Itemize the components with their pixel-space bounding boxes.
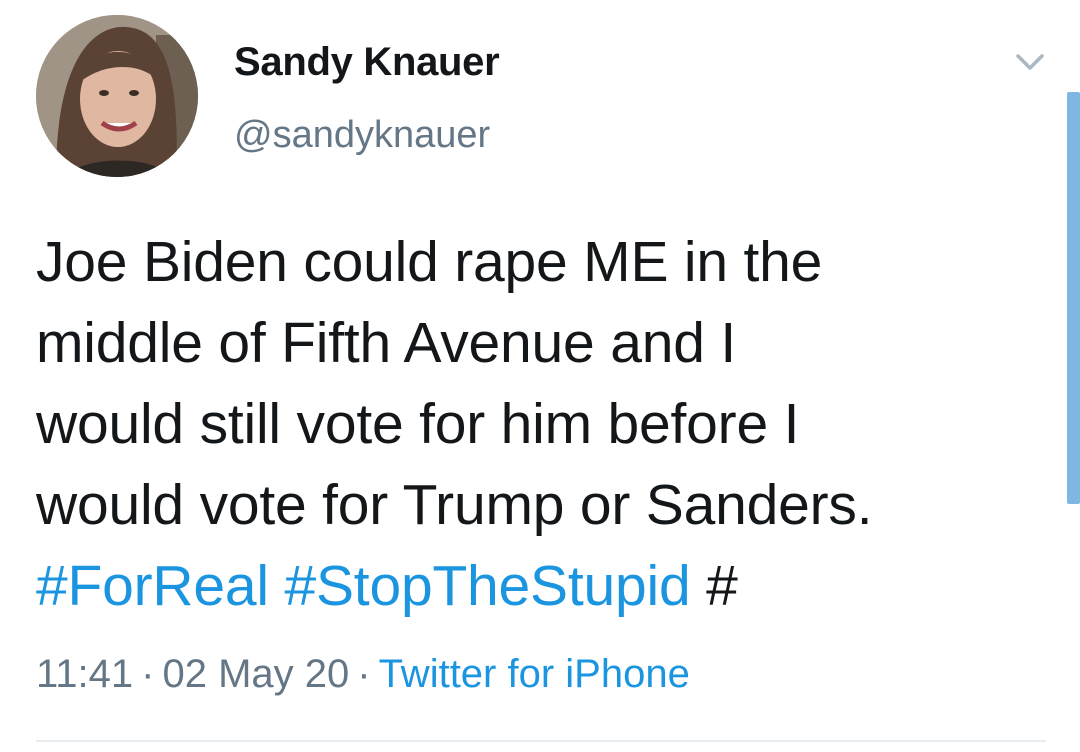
tweet-meta: 11:41 · 02 May 20 · Twitter for iPhone bbox=[36, 652, 690, 697]
separator-dot: · bbox=[357, 652, 371, 696]
user-handle[interactable]: @sandyknauer bbox=[234, 114, 490, 157]
avatar-photo bbox=[36, 15, 198, 177]
hashtag-line: #ForReal #StopTheStupid # bbox=[36, 546, 1046, 627]
divider bbox=[36, 740, 1046, 742]
avatar[interactable] bbox=[36, 15, 198, 177]
chevron-down-icon[interactable] bbox=[1010, 46, 1050, 76]
tweet-source-link[interactable]: Twitter for iPhone bbox=[379, 652, 690, 696]
tweet-line: would vote for Trump or Sanders. bbox=[36, 473, 873, 537]
tweet-line: middle of Fifth Avenue and I bbox=[36, 311, 736, 375]
tweet-time[interactable]: 11:41 bbox=[36, 652, 133, 696]
trailing-hash: # bbox=[706, 554, 738, 618]
tweet-line: Joe Biden could rape ME in the bbox=[36, 230, 823, 294]
tweet-date[interactable]: 02 May 20 bbox=[162, 652, 349, 696]
display-name[interactable]: Sandy Knauer bbox=[234, 40, 500, 85]
separator-dot: · bbox=[141, 652, 155, 696]
tweet-text: Joe Biden could rape ME in the middle of… bbox=[36, 222, 1046, 627]
tweet-line: would still vote for him before I bbox=[36, 392, 800, 456]
hashtag-link[interactable]: #StopTheStupid bbox=[284, 554, 690, 618]
hashtag-link[interactable]: #ForReal bbox=[36, 554, 269, 618]
scrollbar[interactable] bbox=[1067, 92, 1080, 504]
